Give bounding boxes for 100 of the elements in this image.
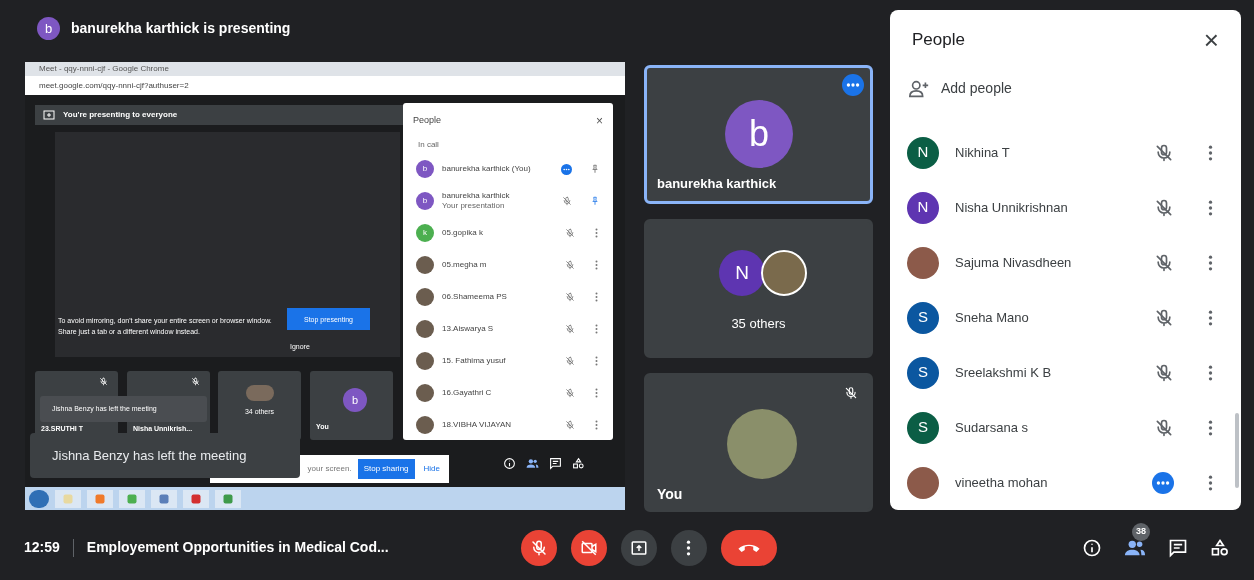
participant-name: 18.VIBHA VIJAYAN: [442, 420, 513, 430]
participant-row[interactable]: S Sreelakshmi K B: [890, 345, 1241, 400]
pin-icon[interactable]: [590, 164, 600, 174]
participant-name: 15. Fathima yusuf: [442, 356, 507, 366]
more-options-button[interactable]: [670, 529, 707, 566]
sharing-text: your screen.: [307, 463, 352, 475]
more-icon[interactable]: [1152, 471, 1174, 494]
avatar: N: [907, 136, 939, 169]
participant-row[interactable]: vineetha mohan: [890, 455, 1241, 510]
more-options-icon[interactable]: [1208, 308, 1213, 327]
participant-row[interactable]: b banurekha karthick Your presentation: [403, 185, 613, 217]
participant-name: Nisha Unnikrishnan: [955, 198, 1069, 217]
more-options-icon[interactable]: [1208, 473, 1213, 492]
add-people-button[interactable]: Add people: [890, 69, 1241, 108]
participant-row[interactable]: S Sudarsana s: [890, 400, 1241, 455]
mic-off-icon: [1154, 307, 1174, 328]
panel-title: People: [413, 114, 442, 128]
more-options-icon[interactable]: [1208, 198, 1213, 217]
participant-row[interactable]: N Nikhina T: [890, 125, 1241, 180]
participant-name: vineetha mohan: [955, 473, 1049, 492]
more-options-icon[interactable]: [1208, 418, 1213, 437]
participant-name: Sneha Mano: [955, 308, 1030, 327]
participant-name: You: [657, 485, 683, 504]
people-icon[interactable]: [526, 457, 539, 470]
avatar-photo: [416, 256, 434, 274]
more-options-icon[interactable]: [595, 388, 598, 398]
participant-row[interactable]: Sajuma Nivasdheen: [890, 235, 1241, 290]
mic-off-icon: [529, 538, 548, 557]
panel-title: People: [912, 29, 965, 52]
participant-name: 05.megha m: [442, 260, 488, 270]
taskbar-button[interactable]: [215, 489, 241, 508]
presenting-title: banurekha karthick is presenting: [71, 19, 291, 38]
microphone-button[interactable]: [520, 529, 557, 566]
participant-row[interactable]: 18.VIBHA VIJAYAN: [403, 409, 613, 440]
hide-button[interactable]: Hide: [420, 463, 443, 475]
mic-off-icon: [565, 388, 575, 398]
camera-button[interactable]: [570, 529, 607, 566]
participant-count: 38: [1132, 522, 1150, 541]
clock-time: 12:59: [24, 538, 60, 557]
avatar: S: [907, 356, 939, 389]
address-bar[interactable]: meet.google.com/qqy-nnni-cjf?authuser=2: [25, 76, 625, 95]
notification-toast: Jishna Benzy has left the meeting: [30, 433, 300, 478]
avatar: S: [907, 411, 939, 444]
participant-row[interactable]: S Sneha Mano: [890, 290, 1241, 345]
avatar: S: [907, 301, 939, 334]
avatar: b: [416, 160, 434, 178]
banner-text: You're presenting to everyone: [63, 109, 178, 121]
chat-icon[interactable]: [549, 457, 562, 470]
close-button[interactable]: ×: [1203, 26, 1219, 53]
avatar-photo: [416, 416, 434, 434]
more-options-icon[interactable]: [595, 228, 598, 238]
hang-up-button[interactable]: [720, 529, 777, 566]
avatar-photo: [416, 320, 434, 338]
close-button[interactable]: ×: [596, 112, 603, 130]
participant-row[interactable]: 06.Shameema PS: [403, 281, 613, 313]
present-icon: [629, 538, 648, 557]
mic-off-icon: [565, 324, 575, 334]
more-options-icon[interactable]: [595, 420, 598, 430]
participant-name: Sreelakshmi K B: [955, 363, 1053, 382]
chat-icon[interactable]: [1168, 537, 1188, 558]
participant-name: 05.gopika k: [442, 228, 484, 238]
more-options-icon[interactable]: [1208, 253, 1213, 272]
more-options-icon[interactable]: [1208, 363, 1213, 382]
participant-row[interactable]: 15. Fathima yusuf: [403, 345, 613, 377]
browser-title: Meet - qqy-nnni-cjf - Google Chrome: [25, 62, 625, 76]
avatar-photo: [416, 384, 434, 402]
start-button[interactable]: [29, 489, 49, 508]
avatar: b: [343, 388, 367, 412]
participant-row[interactable]: N Nisha Unnikrishnan: [890, 180, 1241, 235]
avatar: b: [725, 100, 793, 168]
info-icon[interactable]: [1082, 537, 1102, 558]
mic-off-icon: [1154, 197, 1174, 218]
mic-off-icon: [1154, 252, 1174, 273]
mic-off-icon: [191, 377, 200, 386]
stop-sharing-button[interactable]: Stop sharing: [357, 459, 415, 479]
participant-row[interactable]: 13.Aiswarya S: [403, 313, 613, 345]
mic-off-icon: [565, 228, 575, 238]
more-icon[interactable]: [561, 163, 572, 175]
more-options-icon[interactable]: [595, 356, 598, 366]
participant-name: 06.Shameema PS: [442, 292, 508, 302]
more-options-icon[interactable]: [595, 324, 598, 334]
info-icon[interactable]: [503, 457, 516, 470]
more-options-icon[interactable]: [842, 74, 864, 96]
participant-row[interactable]: 16.Gayathri C: [403, 377, 613, 409]
taskbar-button[interactable]: [151, 489, 177, 508]
more-options-icon[interactable]: [595, 260, 598, 270]
more-options-icon[interactable]: [595, 292, 598, 302]
participant-row[interactable]: b banurekha karthick (You): [403, 153, 613, 185]
present-button[interactable]: [620, 529, 657, 566]
more-options-icon[interactable]: [1208, 143, 1213, 162]
mic-off-icon: [565, 420, 575, 430]
pin-icon[interactable]: [590, 196, 600, 206]
taskbar-button[interactable]: [183, 489, 209, 508]
activities-icon[interactable]: [1210, 537, 1230, 558]
participant-subtitle: Your presentation: [442, 201, 506, 211]
participant-row[interactable]: 05.megha m: [403, 249, 613, 281]
participant-name: Sajuma Nivasdheen: [955, 253, 1073, 272]
activities-icon[interactable]: [572, 457, 585, 470]
participant-row[interactable]: k 05.gopika k: [403, 217, 613, 249]
avatar: b: [37, 17, 60, 40]
